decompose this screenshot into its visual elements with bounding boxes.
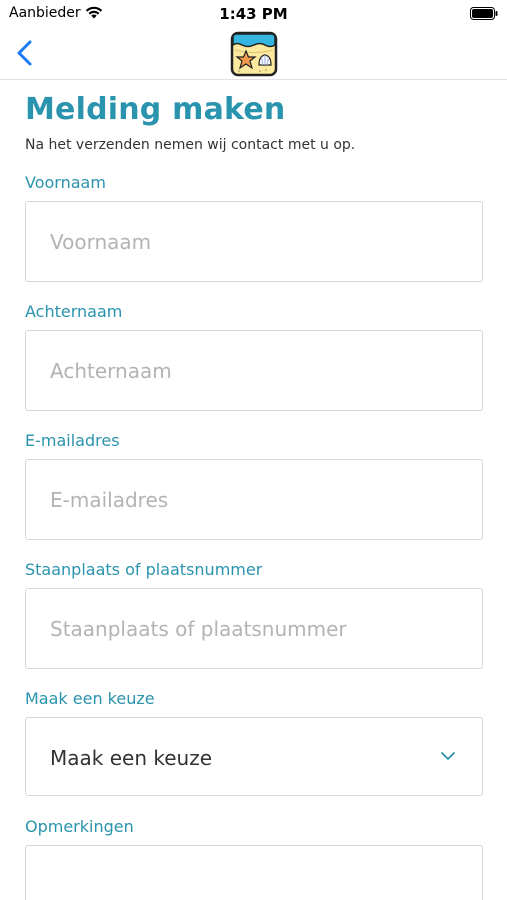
email-input[interactable] (26, 460, 482, 539)
email-field: E-mailadres (25, 431, 483, 540)
page-title: Melding maken (25, 92, 286, 127)
first-name-input[interactable] (26, 202, 482, 281)
battery-icon (470, 7, 498, 20)
form-header: Melding maken Na het verzenden nemen wij… (25, 80, 483, 154)
last-name-box (25, 330, 483, 411)
page-subtitle: Na het verzenden nemen wij contact met u… (25, 137, 356, 153)
chevron-left-icon (17, 40, 32, 66)
chevron-down-icon (441, 752, 455, 760)
email-label: E-mailadres (25, 431, 120, 450)
first-name-field: Voornaam (25, 173, 483, 282)
status-time: 1:43 PM (219, 5, 288, 23)
pitch-box (25, 588, 483, 669)
last-name-input[interactable] (26, 331, 482, 410)
last-name-label: Achternaam (25, 302, 123, 321)
status-bar: Aanbieder 1:43 PM (0, 0, 507, 28)
choice-label: Maak een keuze (25, 689, 155, 708)
navigation-bar (0, 28, 507, 80)
remarks-label: Opmerkingen (25, 817, 134, 836)
back-button[interactable] (10, 36, 40, 70)
first-name-box (25, 201, 483, 282)
choice-field: Maak een keuze Maak een keuze (25, 689, 483, 796)
pitch-field: Staanplaats of plaatsnummer (25, 560, 483, 669)
choice-select[interactable]: Maak een keuze (25, 717, 483, 796)
first-name-label: Voornaam (25, 173, 106, 192)
remarks-textarea[interactable] (25, 845, 483, 900)
choice-selected-value: Maak een keuze (50, 746, 213, 770)
email-box (25, 459, 483, 540)
pitch-label: Staanplaats of plaatsnummer (25, 560, 263, 579)
beach-logo-icon (230, 31, 278, 77)
remarks-field: Opmerkingen (25, 817, 483, 900)
last-name-field: Achternaam (25, 302, 483, 411)
pitch-input[interactable] (26, 589, 482, 668)
